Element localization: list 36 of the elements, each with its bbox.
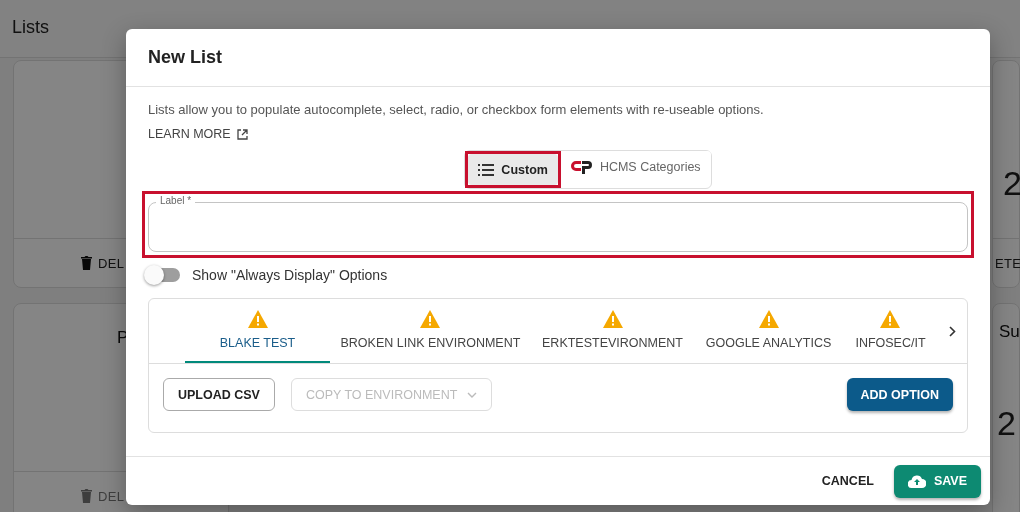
switch-label: Show "Always Display" Options [192, 267, 388, 283]
description-text: Lists allow you to populate autocomplete, select, radio, or checkbox form elements with re-useable options. [148, 102, 765, 117]
chevron-down-icon [467, 391, 478, 398]
save-button[interactable]: SAVE [893, 464, 981, 498]
list-icon [478, 163, 495, 176]
field-label: Label * [156, 195, 196, 206]
environment-tab[interactable]: GOOGLE ANALYTICS [694, 299, 843, 363]
source-toggle-button[interactable]: Custom [468, 154, 558, 185]
label-field[interactable] [148, 202, 968, 252]
environment-tab[interactable]: ERKTESTEVIRONMENT [530, 299, 695, 363]
delete-button[interactable]: DEL [98, 255, 125, 271]
external-link-icon [236, 128, 248, 140]
cancel-button[interactable]: CANCEL [815, 473, 880, 489]
toggle-switch[interactable] [146, 268, 180, 282]
environment-tab[interactable]: BROKEN LINK ENVIRONMENT [330, 299, 531, 363]
card-title: Su [999, 322, 1019, 342]
logo-icon [570, 159, 593, 174]
chevron-right-icon [949, 325, 957, 337]
dialog-title: New List [148, 47, 223, 68]
environment-tab[interactable]: INFOSEC/IT [842, 299, 939, 363]
add-option-button[interactable]: ADD OPTION [846, 378, 953, 411]
environment-tab[interactable]: BLAKE TEST [185, 299, 330, 363]
trash-icon [81, 489, 92, 503]
learn-more-link[interactable]: LEARN MORE [148, 127, 248, 141]
warning-icon [420, 310, 441, 328]
delete-button[interactable]: ETE [995, 255, 1020, 271]
page-title: Lists [12, 17, 49, 37]
card-count: 2 [997, 404, 1017, 443]
card-count: 2 [1003, 164, 1019, 203]
trash-icon [81, 256, 92, 270]
warning-icon [758, 310, 779, 328]
upload-csv-button[interactable]: UPLOAD CSV [163, 378, 275, 411]
warning-icon [602, 310, 623, 328]
warning-icon [880, 310, 901, 328]
cloud-upload-icon [907, 474, 926, 488]
warning-icon [247, 310, 268, 328]
